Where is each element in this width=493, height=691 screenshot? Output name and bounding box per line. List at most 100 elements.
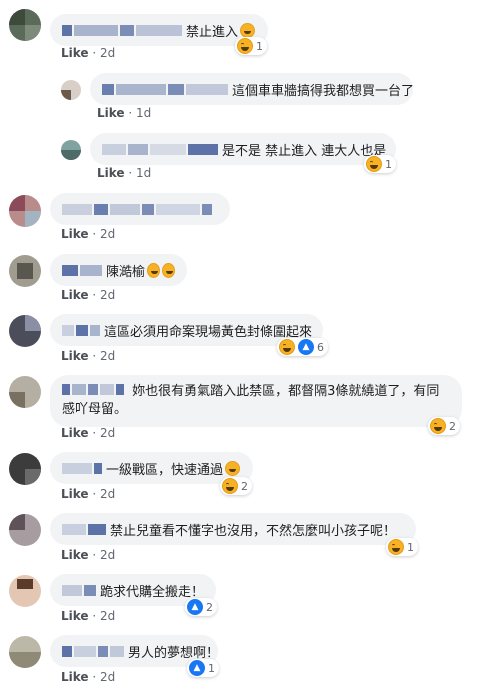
avatar[interactable]	[9, 575, 41, 607]
haha-reaction-icon	[366, 156, 382, 172]
like-reaction-icon: ▲	[189, 660, 205, 676]
comment-text: 跪求代購全搬走！	[100, 584, 205, 600]
commenter-name-blurred[interactable]	[62, 584, 96, 596]
like-link[interactable]: Like	[61, 609, 89, 623]
comment-text: 男人的夢想啊！	[128, 645, 220, 661]
like-link[interactable]: Like	[61, 548, 89, 562]
reaction-summary[interactable]: 1	[235, 37, 267, 55]
comment-bubble: 是不是 禁止進入 連大人也是	[90, 133, 396, 165]
timestamp-link[interactable]: 2d	[100, 548, 115, 562]
comment-bubble: 陳澔榆	[50, 254, 187, 286]
like-link[interactable]: Like	[61, 227, 89, 241]
reaction-count: 2	[449, 419, 456, 433]
comment-meta: Like · 2d	[61, 227, 115, 241]
meta-separator: ·	[92, 349, 97, 363]
reaction-summary[interactable]: 1	[386, 538, 418, 556]
reaction-count: 1	[208, 661, 215, 675]
rofl-emoji	[162, 262, 175, 278]
commenter-name-blurred[interactable]	[102, 83, 228, 95]
comment-text: 陳澔榆	[106, 264, 146, 280]
avatar[interactable]	[61, 80, 81, 100]
reaction-summary[interactable]: ▲ 2	[185, 598, 217, 616]
like-link[interactable]: Like	[61, 288, 89, 302]
timestamp-link[interactable]: 1d	[136, 106, 151, 120]
comment-meta: Like · 2d	[61, 487, 115, 501]
comment-meta: Like · 2d	[61, 349, 115, 363]
timestamp-link[interactable]: 2d	[100, 46, 115, 60]
reaction-summary[interactable]: ▲ 1	[187, 659, 219, 677]
commenter-name-blurred[interactable]	[62, 645, 124, 657]
avatar[interactable]	[9, 315, 41, 347]
meta-separator: ·	[92, 46, 97, 60]
comment-meta: Like · 1d	[97, 106, 151, 120]
reaction-summary[interactable]: ▲ 6	[277, 338, 328, 356]
reaction-count: 1	[385, 157, 392, 171]
comment-meta: Like · 2d	[61, 548, 115, 562]
like-link[interactable]: Like	[61, 487, 89, 501]
haha-reaction-icon	[222, 478, 238, 494]
like-reaction-icon: ▲	[298, 339, 314, 355]
meta-separator: ·	[92, 670, 97, 684]
comment-meta: Like · 2d	[61, 426, 115, 440]
timestamp-link[interactable]: 2d	[100, 609, 115, 623]
avatar[interactable]	[9, 9, 41, 41]
like-link[interactable]: Like	[61, 46, 89, 60]
commenter-name-blurred[interactable]	[62, 324, 100, 336]
comment-meta: Like · 2d	[61, 46, 115, 60]
reaction-summary[interactable]: 1	[364, 155, 396, 173]
comment-text: 一級戰區，快速通過	[106, 462, 224, 478]
comment-text: 這個車車牆搞得我都想買一台了	[232, 83, 415, 99]
comment-text: 禁止兒童看不懂字也沒用，不然怎麼叫小孩子呢！	[110, 523, 397, 539]
comment-meta: Like · 1d	[97, 166, 151, 180]
timestamp-link[interactable]: 2d	[100, 426, 115, 440]
commenter-name-blurred[interactable]	[62, 462, 102, 474]
timestamp-link[interactable]: 2d	[100, 349, 115, 363]
like-reaction-icon: ▲	[187, 599, 203, 615]
meta-separator: ·	[128, 106, 133, 120]
comment-meta: Like · 2d	[61, 609, 115, 623]
like-link[interactable]: Like	[61, 426, 89, 440]
reaction-count: 2	[241, 479, 248, 493]
commenter-name-blurred[interactable]	[62, 384, 124, 395]
timestamp-link[interactable]: 1d	[136, 166, 151, 180]
avatar[interactable]	[9, 255, 41, 287]
comment-text: 這區必須用命案現場黃色封條圍起來	[104, 324, 313, 340]
avatar[interactable]	[9, 514, 41, 546]
haha-reaction-icon	[237, 38, 253, 54]
like-link[interactable]: Like	[97, 166, 125, 180]
timestamp-link[interactable]: 2d	[100, 288, 115, 302]
commenter-name-blurred[interactable]	[62, 523, 106, 535]
avatar[interactable]	[61, 140, 81, 160]
commenter-name-blurred[interactable]	[102, 143, 218, 155]
meta-separator: ·	[92, 426, 97, 440]
avatar[interactable]	[9, 195, 41, 227]
comment-bubble: 這個車車牆搞得我都想買一台了	[90, 73, 415, 105]
meta-separator: ·	[92, 227, 97, 241]
timestamp-link[interactable]: 2d	[100, 670, 115, 684]
reaction-count: 1	[256, 39, 263, 53]
haha-reaction-icon	[430, 418, 446, 434]
meta-separator: ·	[92, 288, 97, 302]
commenter-name-blurred[interactable]	[62, 24, 182, 36]
haha-reaction-icon	[279, 339, 295, 355]
avatar[interactable]	[9, 453, 41, 485]
reaction-count: 1	[407, 540, 414, 554]
like-link[interactable]: Like	[61, 349, 89, 363]
meta-separator: ·	[128, 166, 133, 180]
meta-separator: ·	[92, 609, 97, 623]
reaction-summary[interactable]: 2	[220, 477, 252, 495]
commenter-name-blurred[interactable]	[62, 264, 102, 276]
commenter-name-blurred[interactable]	[62, 203, 212, 215]
meta-separator: ·	[92, 487, 97, 501]
like-link[interactable]: Like	[61, 670, 89, 684]
like-link[interactable]: Like	[97, 106, 125, 120]
comment-bubble: 妳也很有勇氣踏入此禁區，都督隔3條就繞道了，有同感吖母留。	[50, 375, 462, 427]
rofl-emoji	[147, 262, 160, 278]
timestamp-link[interactable]: 2d	[100, 487, 115, 501]
timestamp-link[interactable]: 2d	[100, 227, 115, 241]
rofl-emoji	[240, 22, 256, 38]
comment-text: 禁止進入	[186, 24, 239, 40]
reaction-summary[interactable]: 2	[428, 417, 460, 435]
avatar[interactable]	[9, 636, 41, 668]
avatar[interactable]	[9, 376, 41, 408]
